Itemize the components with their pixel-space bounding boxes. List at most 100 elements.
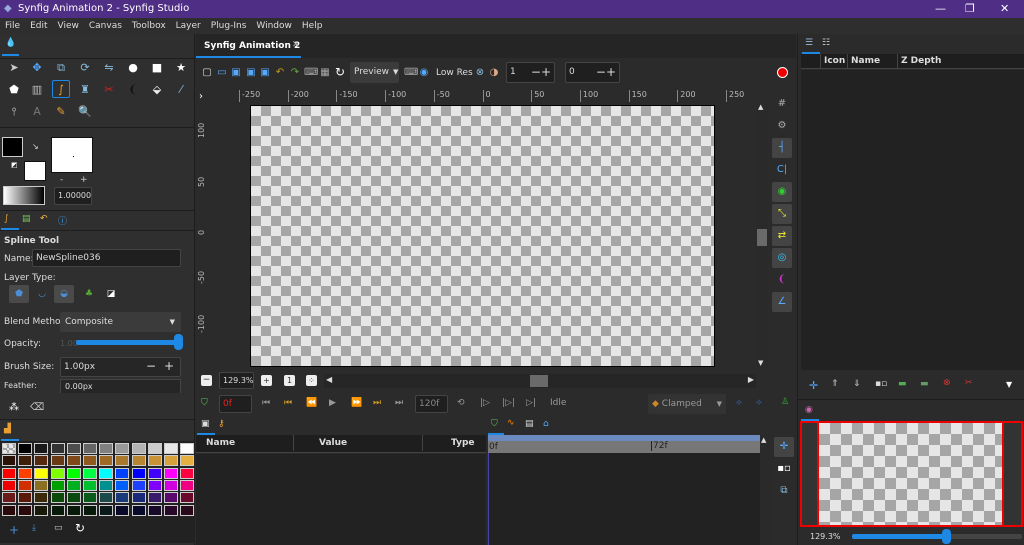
scale-tool-icon[interactable]: ⧉ (52, 59, 70, 77)
sets-tab-icon[interactable]: ☷ (822, 38, 830, 48)
layers-menu-icon[interactable]: ▼ (1006, 380, 1012, 389)
palette-swatch[interactable] (115, 455, 130, 467)
palette-swatch[interactable] (131, 492, 146, 504)
minimize-button[interactable]: — (935, 0, 946, 18)
lower-layer-icon[interactable]: ⇓ (853, 379, 861, 389)
play-bounds-icon[interactable]: |▷ (480, 398, 490, 408)
time-ruler[interactable]: 0f 72f (488, 441, 760, 453)
delete-layer-icon[interactable]: ⊗ (943, 378, 951, 388)
gradient-tool-icon[interactable]: ▥ (28, 81, 46, 99)
star-tool-icon[interactable]: ★ (172, 59, 190, 77)
add-color-icon[interactable]: + (9, 523, 19, 537)
palette-swatch[interactable] (83, 504, 97, 516)
menu-help[interactable]: Help (297, 21, 328, 31)
palette-swatch[interactable] (83, 455, 97, 467)
add-bone-icon[interactable]: ✛ (774, 437, 794, 457)
palette-swatch[interactable] (18, 479, 33, 491)
col-zdepth[interactable]: Z Depth (897, 54, 941, 68)
zoom-input[interactable]: 129.3% (219, 372, 254, 389)
palette-swatch[interactable] (147, 443, 162, 454)
horizontal-scroll-thumb[interactable] (530, 375, 548, 387)
maximize-button[interactable]: ❐ (965, 0, 975, 18)
width-tool-icon[interactable]: ❨ (124, 81, 142, 99)
timetrack-tab-icon[interactable]: ⛉ (491, 419, 498, 429)
refresh-icon[interactable]: ↻ (334, 66, 346, 78)
render-icon[interactable]: ⌨ (304, 67, 318, 79)
palette-swatch[interactable] (131, 504, 146, 516)
palette-swatch[interactable] (180, 504, 195, 516)
clear-tool-icon[interactable]: ⌫ (30, 402, 44, 413)
menu-view[interactable]: View (53, 21, 84, 31)
palette-swatch[interactable] (66, 479, 81, 491)
scroll-right-icon[interactable]: ▶ (748, 375, 754, 384)
width-handles-icon[interactable]: ❨ (772, 270, 792, 290)
sound-tab-icon[interactable]: ⌂ (543, 419, 549, 429)
background-render-icon[interactable]: ⌨ (404, 67, 418, 79)
palette-swatch[interactable] (131, 479, 146, 491)
col-icon[interactable]: Icon (820, 54, 845, 68)
palette-swatch[interactable] (115, 467, 130, 479)
palette-swatch[interactable] (99, 443, 114, 454)
rectangle-tool-icon[interactable]: ■ (148, 59, 166, 77)
tool-options-tab-icon[interactable]: ∫ (4, 214, 9, 224)
info-tab-icon[interactable]: ⓘ (58, 214, 67, 227)
grid-toggle-icon[interactable]: # (772, 94, 792, 114)
bounds-lower-icon[interactable]: |▷| (502, 398, 515, 408)
curves-tab-icon[interactable]: ∿ (507, 418, 515, 428)
brush-decrease-button[interactable]: - (60, 175, 63, 185)
palette-swatch[interactable] (83, 443, 97, 454)
save-icon[interactable]: ▣ (230, 67, 242, 79)
vertical-scroll-thumb[interactable] (757, 229, 767, 246)
canvas-tab[interactable]: Synfig Animation 2 (204, 41, 300, 51)
scroll-down-icon[interactable]: ▼ (758, 359, 763, 367)
horizontal-scrollbar[interactable]: ◀ ▶ (324, 374, 756, 388)
palette-swatch[interactable] (50, 443, 65, 454)
undo-icon[interactable]: ↶ (274, 67, 286, 79)
palette-swatch[interactable] (115, 492, 130, 504)
past-onion-stepper[interactable]: −+ (531, 63, 551, 82)
library-tab-icon[interactable]: ▤ (525, 419, 534, 429)
palette-swatch[interactable] (18, 504, 33, 516)
palette-swatch[interactable] (99, 479, 114, 491)
timetrack-area[interactable] (489, 453, 760, 545)
brush-size-increase[interactable]: + (164, 358, 174, 374)
palette-swatch[interactable] (66, 504, 81, 516)
onion-skin-icon[interactable]: ⊗ (474, 67, 486, 79)
save-as-icon[interactable]: ▣ (245, 67, 257, 79)
next-keyframe-icon[interactable]: ⏭ (373, 398, 381, 408)
toggle-rulers-icon[interactable]: › (199, 91, 203, 102)
onion-skin-toggle-icon[interactable]: ◉ (772, 182, 792, 202)
palette-swatch[interactable] (34, 479, 49, 491)
palette-swatch[interactable] (83, 467, 97, 479)
duplicate-layer-icon[interactable]: ▪▫ (875, 379, 887, 389)
palette-swatch[interactable] (147, 455, 162, 467)
palette-swatch[interactable] (34, 443, 49, 454)
prev-frame-icon[interactable]: ⏪ (306, 398, 317, 408)
bounds-upper-icon[interactable]: ▷| (526, 398, 536, 408)
tangent-handles-icon[interactable]: ⤡ (772, 204, 792, 224)
layers-tab-icon[interactable]: ☰ (805, 38, 813, 48)
fill-tool-icon[interactable]: ♜ (76, 81, 94, 99)
end-time-input[interactable]: 120f (415, 395, 448, 413)
palette-swatch[interactable] (18, 492, 33, 504)
workarea[interactable] (210, 103, 756, 369)
col-value[interactable]: Value (293, 435, 347, 451)
timetrack-scrollbar[interactable]: ▲ (761, 435, 770, 545)
palette-swatch[interactable] (115, 479, 130, 491)
menu-file[interactable]: File (0, 21, 25, 31)
rotate-tool-icon[interactable]: ⟳ (76, 59, 94, 77)
palette-swatch[interactable] (50, 467, 65, 479)
region-layer-toggle[interactable]: ⬟ (9, 285, 29, 303)
reset-tool-icon[interactable]: ⁂ (9, 402, 19, 413)
curve-gradient-toggle[interactable]: ◪ (102, 285, 120, 303)
preview-dropdown[interactable]: Preview ▼ (350, 62, 399, 83)
scroll-up-icon[interactable]: ▲ (758, 103, 763, 111)
palette-swatch[interactable] (50, 455, 65, 467)
blend-method-select[interactable]: Composite ▼ (60, 312, 181, 332)
low-res-toggle[interactable]: Low Res (436, 68, 473, 78)
palette-swatch[interactable] (180, 479, 195, 491)
gradient-swatch[interactable] (3, 186, 45, 205)
zoom-tool-icon[interactable]: 🔍 (76, 103, 94, 121)
palette-swatch[interactable] (99, 492, 114, 504)
keyframe-lock-icon[interactable]: ⛉ (201, 398, 208, 408)
